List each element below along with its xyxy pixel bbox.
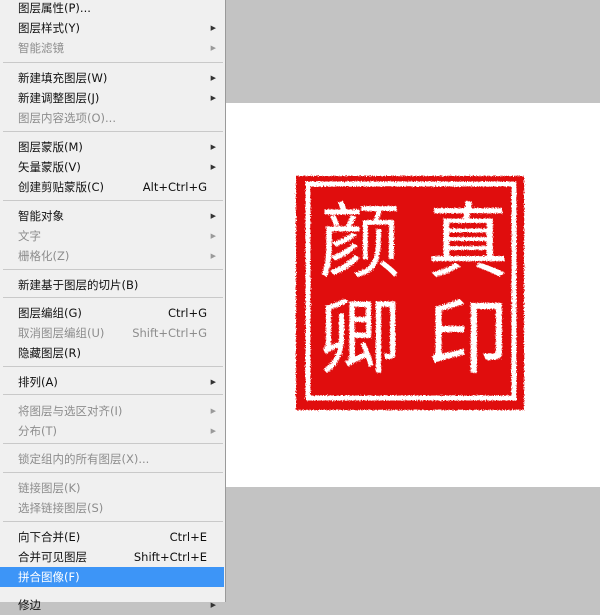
- menu-item-label: 排列(A): [18, 375, 58, 389]
- menu-item-group-layers[interactable]: 图层编组(G) Ctrl+G: [0, 303, 224, 323]
- submenu-arrow-icon: ▶: [210, 407, 216, 415]
- menu-separator: [3, 443, 223, 444]
- menu-separator: [3, 366, 223, 367]
- menu-item-layer-content-options: 图层内容选项(O)...: [0, 108, 224, 128]
- menu-item-label: 锁定组内的所有图层(X)...: [18, 452, 150, 466]
- submenu-arrow-icon: ▶: [210, 232, 216, 240]
- submenu-arrow-icon: ▶: [210, 74, 216, 82]
- submenu-arrow-icon: ▶: [210, 44, 216, 52]
- menu-separator: [3, 200, 223, 201]
- menu-item-merge-visible[interactable]: 合并可见图层 Shift+Ctrl+E: [0, 547, 224, 567]
- menu-item-label: 矢量蒙版(V): [18, 160, 81, 174]
- menu-item-label: 取消图层编组(U): [18, 326, 105, 340]
- menu-item-label: 图层内容选项(O)...: [18, 111, 116, 125]
- menu-item-label: 分布(T): [18, 424, 57, 438]
- menu-item-label: 创建剪贴蒙版(C): [18, 180, 105, 194]
- menu-item-label: 新建调整图层(J): [18, 91, 100, 105]
- menu-item-layer-style[interactable]: 图层样式(Y) ▶: [0, 18, 224, 38]
- menu-separator: [3, 297, 223, 298]
- menu-item-ungroup-layers: 取消图层编组(U) Shift+Ctrl+G: [0, 323, 224, 343]
- menu-item-label: 将图层与选区对齐(I): [18, 404, 123, 418]
- submenu-arrow-icon: ▶: [210, 24, 216, 32]
- menu-item-label: 文字: [18, 229, 41, 243]
- menu-item-new-adjustment-layer[interactable]: 新建调整图层(J) ▶: [0, 88, 224, 108]
- submenu-arrow-icon: ▶: [210, 427, 216, 435]
- menu-item-create-clipping-mask[interactable]: 创建剪贴蒙版(C) Alt+Ctrl+G: [0, 177, 224, 197]
- seal-stamp-image: 真 印 颜 卿: [296, 176, 524, 410]
- menu-item-new-fill-layer[interactable]: 新建填充图层(W) ▶: [0, 68, 224, 88]
- menu-item-label: 新建基于图层的切片(B): [18, 278, 139, 292]
- submenu-arrow-icon: ▶: [210, 378, 216, 386]
- menu-separator: [3, 394, 223, 395]
- menu-item-rasterize: 栅格化(Z) ▶: [0, 246, 224, 266]
- submenu-arrow-icon: ▶: [210, 212, 216, 220]
- menu-item-arrange[interactable]: 排列(A) ▶: [0, 372, 224, 392]
- menu-item-label: 图层属性(P)...: [18, 1, 91, 15]
- menu-item-flatten-image[interactable]: 拼合图像(F): [0, 567, 224, 587]
- submenu-arrow-icon: ▶: [210, 94, 216, 102]
- menu-item-label: 智能对象: [18, 209, 64, 223]
- menu-item-label: 隐藏图层(R): [18, 346, 81, 360]
- menu-item-link-layers: 链接图层(K): [0, 478, 224, 498]
- menu-item-label: 合并可见图层: [18, 550, 87, 564]
- menu-separator: [3, 472, 223, 473]
- menu-item-smart-filter: 智能滤镜 ▶: [0, 38, 224, 58]
- menu-item-shortcut: Shift+Ctrl+E: [133, 550, 207, 564]
- submenu-arrow-icon: ▶: [210, 143, 216, 151]
- menu-item-label: 新建填充图层(W): [18, 71, 108, 85]
- seal-char-zhen: 真: [427, 195, 509, 290]
- menu-separator: [3, 62, 223, 63]
- submenu-arrow-icon: ▶: [210, 252, 216, 260]
- menu-item-distribute: 分布(T) ▶: [0, 421, 224, 441]
- seal-char-qing: 卿: [319, 291, 401, 386]
- menu-item-layer-mask[interactable]: 图层蒙版(M) ▶: [0, 137, 224, 157]
- menu-item-shortcut: Shift+Ctrl+G: [132, 326, 207, 340]
- menu-item-lock-all-layers-in-group: 锁定组内的所有图层(X)...: [0, 449, 224, 469]
- menu-item-align-layers-to-selection: 将图层与选区对齐(I) ▶: [0, 401, 224, 421]
- menu-item-shortcut: Ctrl+E: [169, 530, 207, 544]
- submenu-arrow-icon: ▶: [210, 163, 216, 171]
- menu-item-hide-layers[interactable]: 隐藏图层(R): [0, 343, 224, 363]
- menu-item-merge-down[interactable]: 向下合并(E) Ctrl+E: [0, 527, 224, 547]
- menu-separator: [3, 269, 223, 270]
- menu-item-label: 向下合并(E): [18, 530, 81, 544]
- seal-char-yan: 颜: [319, 195, 401, 290]
- submenu-arrow-icon: ▶: [210, 601, 216, 609]
- menu-item-type: 文字 ▶: [0, 226, 224, 246]
- menu-item-label: 图层样式(Y): [18, 21, 80, 35]
- menu-item-label: 修边: [18, 598, 41, 612]
- menu-item-shortcut: Alt+Ctrl+G: [142, 180, 207, 194]
- menu-item-label: 图层蒙版(M): [18, 140, 83, 154]
- menu-item-label: 栅格化(Z): [18, 249, 70, 263]
- menu-item-new-layer-based-slice[interactable]: 新建基于图层的切片(B): [0, 275, 224, 295]
- menu-item-shortcut: Ctrl+G: [167, 306, 207, 320]
- seal-char-yin: 印: [427, 291, 509, 386]
- menu-item-smart-object[interactable]: 智能对象 ▶: [0, 206, 224, 226]
- menu-item-matting[interactable]: 修边 ▶: [0, 595, 224, 615]
- menu-item-select-linked-layers: 选择链接图层(S): [0, 498, 224, 518]
- menu-item-label: 拼合图像(F): [18, 570, 80, 584]
- menu-item-layer-properties[interactable]: 图层属性(P)...: [0, 0, 224, 18]
- menu-separator: [3, 131, 223, 132]
- menu-item-vector-mask[interactable]: 矢量蒙版(V) ▶: [0, 157, 224, 177]
- menu-separator: [3, 521, 223, 522]
- layer-context-menu: 图层属性(P)... 图层样式(Y) ▶ 智能滤镜 ▶ 新建填充图层(W) ▶ 新建调整图层(…: [0, 0, 226, 612]
- menu-item-label: 选择链接图层(S): [18, 501, 104, 515]
- menu-item-label: 智能滤镜: [18, 41, 64, 55]
- menu-item-label: 图层编组(G): [18, 306, 82, 320]
- menu-item-label: 链接图层(K): [18, 481, 81, 495]
